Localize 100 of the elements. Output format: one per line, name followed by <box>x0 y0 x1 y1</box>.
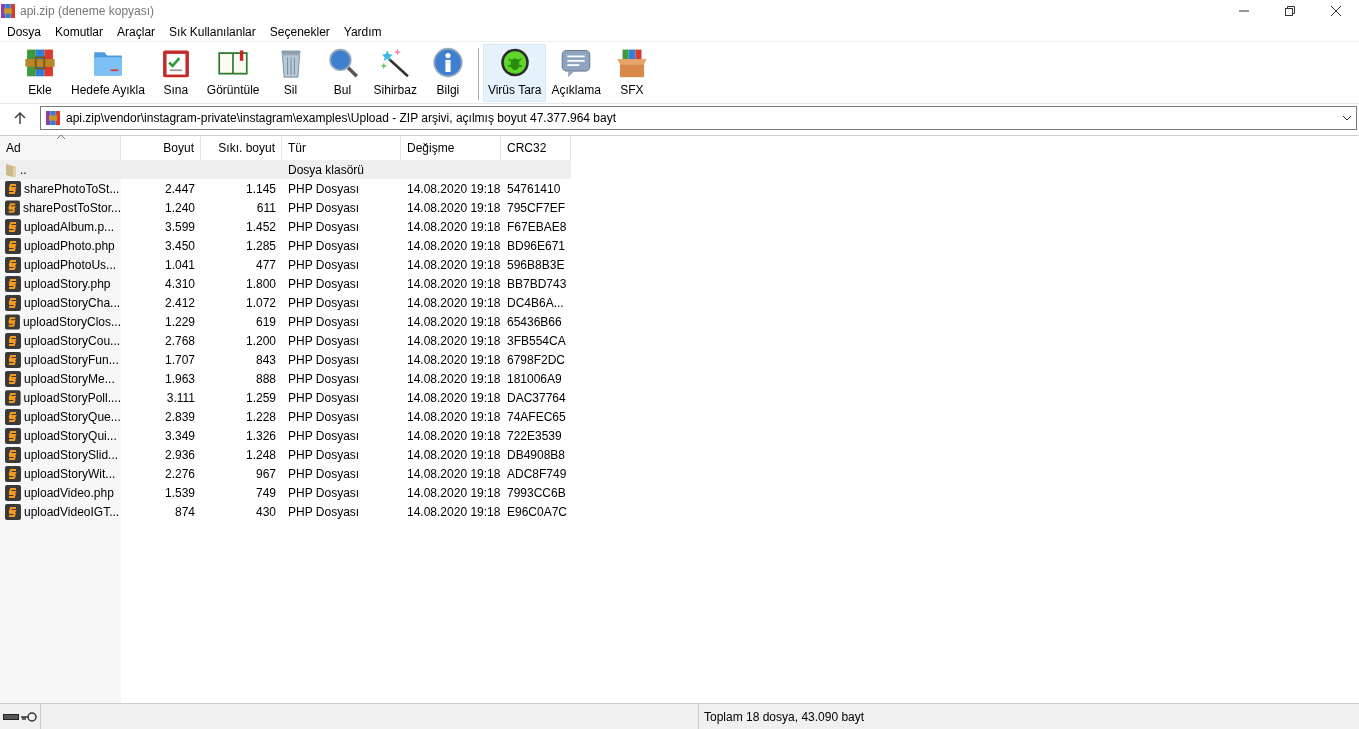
table-cell: 181006A9 <box>507 371 562 386</box>
table-cell: 2.936 <box>164 447 195 462</box>
table-cell: DC4B6A... <box>507 295 564 310</box>
table-cell: 2.768 <box>164 333 195 348</box>
table-cell: 1.326 <box>245 428 276 443</box>
menu-item[interactable]: Yardım <box>336 22 389 41</box>
table-cell: PHP Dosyası <box>288 314 360 329</box>
table-cell: PHP Dosyası <box>288 295 360 310</box>
table-cell: 3.450 <box>164 238 195 253</box>
table-cell: 6798F2DC <box>507 352 566 367</box>
table-cell: 2.276 <box>164 466 195 481</box>
table-cell: 14.08.2020 19:18 <box>407 219 501 234</box>
table-cell: 1.963 <box>164 371 195 386</box>
table-cell: 14.08.2020 19:18 <box>407 466 501 481</box>
toolbar-button[interactable]: Ekle <box>14 44 66 102</box>
table-cell: E96C0A7C <box>507 504 568 519</box>
table-cell: 14.08.2020 19:18 <box>407 428 501 443</box>
table-cell: 3FB554CA <box>507 333 566 348</box>
table-cell: 1.248 <box>245 447 276 462</box>
table-cell: 1.228 <box>245 409 276 424</box>
menu-item[interactable]: Sık Kullanılanlar <box>162 22 263 41</box>
toolbar-button[interactable]: Sına <box>149 44 202 102</box>
restore-icon <box>1285 6 1295 16</box>
toolbar-button[interactable]: Sil <box>264 44 317 102</box>
table-cell: PHP Dosyası <box>288 409 360 424</box>
table-cell: 14.08.2020 19:18 <box>407 257 501 272</box>
table-cell: 430 <box>255 504 276 519</box>
table-cell: PHP Dosyası <box>288 238 360 253</box>
table-cell: 4.310 <box>164 276 195 291</box>
menu-item[interactable]: Araçlar <box>110 22 163 41</box>
table-cell: ADC8F749 <box>507 466 567 481</box>
key-icon <box>21 711 37 722</box>
status-text: Toplam 18 dosya, 43.090 bayt <box>703 708 865 726</box>
table-cell: PHP Dosyası <box>288 219 360 234</box>
address-bar[interactable]: api.zip\vendor\instagram-private\instagram\examples\Upload - ZIP arşivi, açılmış boyut 47.377.964 bayt <box>40 106 1357 130</box>
table-cell: 749 <box>255 485 276 500</box>
table-cell: PHP Dosyası <box>288 276 360 291</box>
table-cell: 74AFEC65 <box>507 409 566 424</box>
toolbar-button[interactable]: Bul <box>316 44 369 102</box>
menu-item[interactable]: Dosya <box>0 22 48 41</box>
table-cell: 7993CC6B <box>507 485 566 500</box>
table-cell: 1.452 <box>245 219 276 234</box>
toolbar-button[interactable]: Bilgi <box>421 44 474 102</box>
toolbar-button[interactable]: Sihirbaz <box>368 44 422 102</box>
table-cell: 874 <box>174 504 195 519</box>
menu-item[interactable]: Komutlar <box>48 22 111 41</box>
table-cell: 795CF7EF <box>507 200 566 215</box>
table-cell: 1.229 <box>164 314 195 329</box>
table-cell: 14.08.2020 19:18 <box>407 238 501 253</box>
table-cell: 14.08.2020 19:18 <box>407 181 501 196</box>
file-name: uploadPhoto.php <box>24 237 115 255</box>
file-name: uploadPhotoUs... <box>24 256 117 274</box>
toolbar-button[interactable]: SFX <box>605 44 658 102</box>
table-cell: 888 <box>255 371 276 386</box>
table-cell: 843 <box>255 352 276 367</box>
drive-icon <box>3 712 19 721</box>
file-name: uploadVideo.php <box>24 484 114 502</box>
table-cell: 14.08.2020 19:18 <box>407 409 501 424</box>
table-cell: 1.145 <box>245 181 276 196</box>
table-cell: 14.08.2020 19:18 <box>407 485 501 500</box>
table-cell: 1.259 <box>245 390 276 405</box>
table-cell: 722E3539 <box>507 428 562 443</box>
menu-item[interactable]: Seçenekler <box>262 22 337 41</box>
toolbar-button[interactable]: Hedefe Ayıkla <box>66 44 150 102</box>
file-name: .. <box>20 161 27 179</box>
table-cell: 619 <box>255 314 276 329</box>
table-cell: 14.08.2020 19:18 <box>407 371 501 386</box>
table-cell: BD96E671 <box>507 238 566 253</box>
dropdown-caret-icon <box>1342 115 1352 121</box>
file-name: uploadAlbum.p... <box>24 218 115 236</box>
toolbar-button[interactable]: Açıklama <box>546 44 606 102</box>
file-name: uploadStorySlid... <box>24 446 119 464</box>
file-name: sharePhotoToSt... <box>24 180 120 198</box>
file-name: uploadStoryMe... <box>24 370 115 388</box>
table-cell: PHP Dosyası <box>288 447 360 462</box>
file-name: uploadStoryCou... <box>24 332 121 350</box>
toolbar-button[interactable]: Virüs Tara <box>482 44 547 102</box>
table-cell: 14.08.2020 19:18 <box>407 314 501 329</box>
table-cell: 3.349 <box>164 428 195 443</box>
table-cell: 477 <box>255 257 276 272</box>
toolbar-button[interactable]: Görüntüle <box>201 44 265 102</box>
table-cell: 14.08.2020 19:18 <box>407 504 501 519</box>
table-cell: 1.041 <box>164 257 195 272</box>
table-cell: 1.539 <box>164 485 195 500</box>
table-cell: 596B8B3E <box>507 257 565 272</box>
table-cell: 2.839 <box>164 409 195 424</box>
table-cell: DB4908B8 <box>507 447 566 462</box>
table-cell: 14.08.2020 19:18 <box>407 352 501 367</box>
table-cell: F67EBAE8 <box>507 219 567 234</box>
file-name: uploadStoryQui... <box>24 427 117 445</box>
address-field[interactable]: api.zip\vendor\instagram-private\instagram\examples\Upload - ZIP arşivi, açılmış boyut 47.377.964 bayt <box>66 109 1337 127</box>
table-cell: PHP Dosyası <box>288 181 360 196</box>
up-arrow-icon <box>14 112 26 124</box>
table-cell: DAC37764 <box>507 390 566 405</box>
window-title: api.zip (deneme kopyası) <box>20 3 156 20</box>
table-cell: PHP Dosyası <box>288 200 360 215</box>
selected-row[interactable]: .. Dosya klasörü <box>0 160 571 179</box>
table-cell: 65436B66 <box>507 314 562 329</box>
table-cell: 14.08.2020 19:18 <box>407 295 501 310</box>
table-cell: BB7BD743 <box>507 276 567 291</box>
